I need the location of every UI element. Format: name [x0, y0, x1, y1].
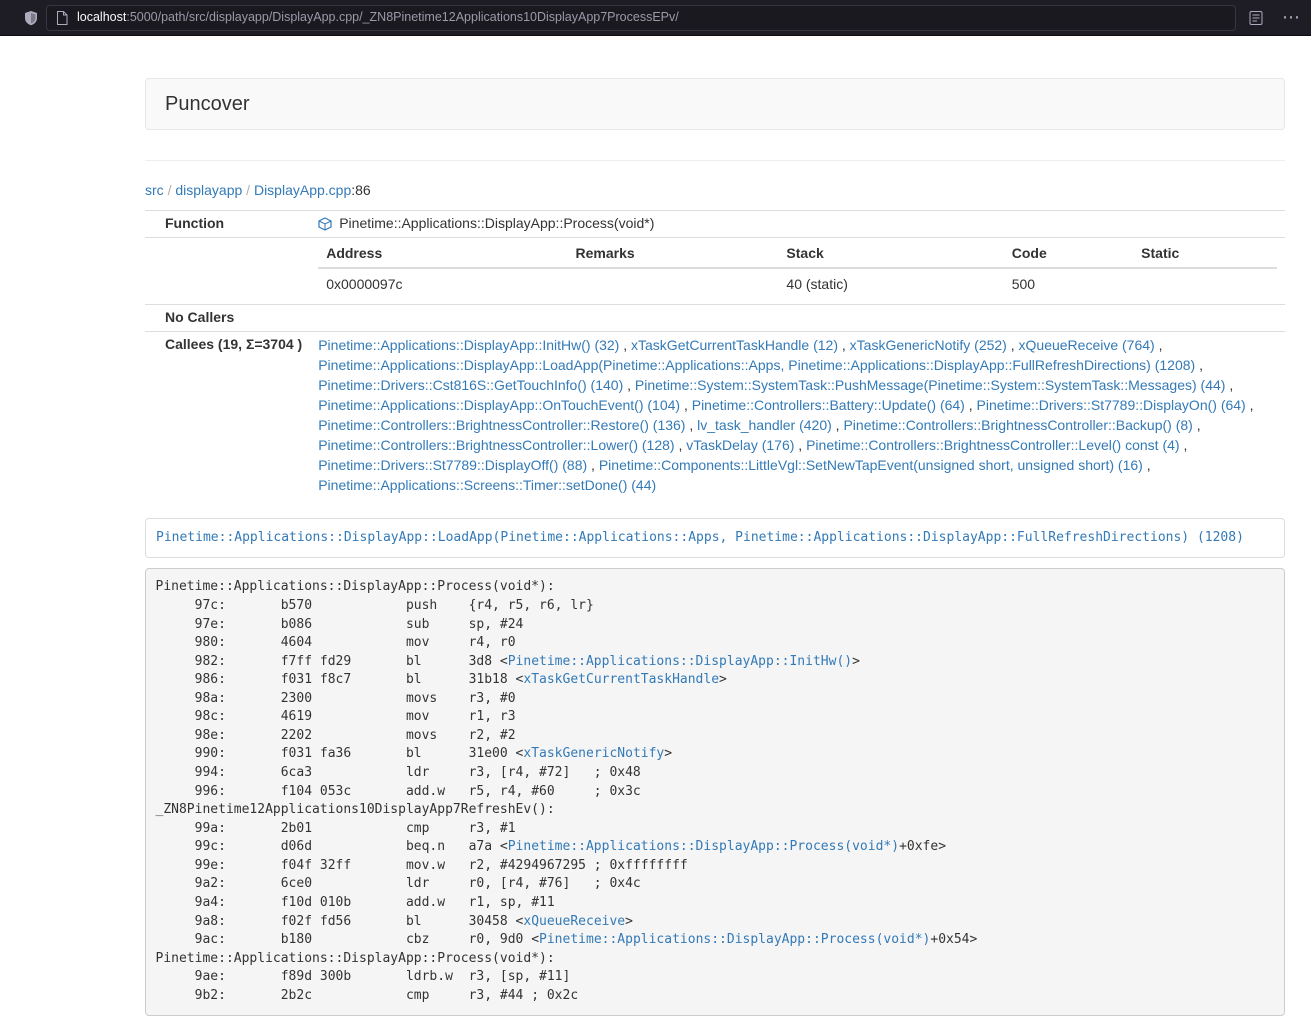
- callee-link[interactable]: Pinetime::Applications::DisplayApp::OnTo…: [318, 397, 680, 413]
- column-header-address: Address: [318, 241, 567, 268]
- callee-link[interactable]: vTaskDelay (176): [686, 437, 794, 453]
- cell-remarks: [568, 268, 779, 301]
- breadcrumb: src / displayapp / DisplayApp.cpp:86: [145, 181, 1285, 201]
- breadcrumb-link-displayapp[interactable]: displayapp: [175, 182, 242, 198]
- callees-label: Callees (19, Σ=3704 ): [145, 331, 310, 498]
- no-callers-label: No Callers: [145, 304, 310, 331]
- url-path: :5000/path/src/displayapp/DisplayApp.cpp…: [126, 10, 678, 24]
- function-label: Function: [145, 210, 310, 237]
- reader-view-icon[interactable]: [1249, 11, 1263, 25]
- callee-link[interactable]: Pinetime::System::SystemTask::PushMessag…: [635, 377, 1226, 393]
- function-row: Function Pinetime::Applications::Display…: [145, 210, 1285, 237]
- callee-link[interactable]: Pinetime::Applications::DisplayApp::Load…: [318, 357, 1195, 373]
- function-name: Pinetime::Applications::DisplayApp::Proc…: [339, 214, 654, 234]
- breadcrumb-link-src[interactable]: src: [145, 182, 164, 198]
- disassembly-symbol-link[interactable]: xQueueReceive: [523, 914, 625, 929]
- symbol-table: Function Pinetime::Applications::Display…: [145, 210, 1285, 498]
- main-content: Puncover src / displayapp / DisplayApp.c…: [145, 78, 1285, 1016]
- cell-static: [1133, 268, 1277, 301]
- column-header-static: Static: [1133, 241, 1277, 268]
- metrics-row: Address Remarks Stack Code Static 0x0000…: [145, 237, 1285, 304]
- disassembly-symbol-link[interactable]: Pinetime::Applications::DisplayApp::Init…: [508, 654, 852, 669]
- callee-link[interactable]: Pinetime::Applications::Screens::Timer::…: [318, 477, 656, 493]
- callee-link[interactable]: xTaskGetCurrentTaskHandle (12): [631, 337, 838, 353]
- disassembly: Pinetime::Applications::DisplayApp::Proc…: [145, 568, 1285, 1016]
- callee-link[interactable]: Pinetime::Controllers::BrightnessControl…: [318, 417, 685, 433]
- cell-code: 500: [1004, 268, 1133, 301]
- shield-icon[interactable]: [23, 10, 39, 26]
- callee-link[interactable]: Pinetime::Drivers::St7789::DisplayOff() …: [318, 457, 587, 473]
- callee-link[interactable]: Pinetime::Controllers::BrightnessControl…: [806, 437, 1179, 453]
- callees-cell: Pinetime::Applications::DisplayApp::Init…: [310, 331, 1285, 498]
- page-title: Puncover: [165, 93, 250, 115]
- breadcrumb-line-number: :86: [351, 182, 370, 198]
- callee-link[interactable]: xTaskGenericNotify (252): [850, 337, 1007, 353]
- app-title-panel: Puncover: [145, 78, 1285, 130]
- browser-toolbar: localhost:5000/path/src/displayapp/Displ…: [0, 0, 1311, 36]
- page-icon[interactable]: [56, 11, 68, 25]
- callees-row: Callees (19, Σ=3704 ) Pinetime::Applicat…: [145, 331, 1285, 498]
- url-host: localhost: [77, 10, 126, 24]
- overflow-menu-icon[interactable]: ⋯: [1282, 2, 1301, 32]
- url-bar[interactable]: localhost:5000/path/src/displayapp/Displ…: [46, 5, 1236, 31]
- callee-link[interactable]: lv_task_handler (420): [697, 417, 832, 433]
- callee-link[interactable]: Pinetime::Controllers::Battery::Update()…: [692, 397, 965, 413]
- function-icon: [318, 217, 332, 231]
- no-callers-row: No Callers: [145, 304, 1285, 331]
- url-text: localhost:5000/path/src/displayapp/Displ…: [77, 9, 679, 27]
- callee-link[interactable]: Pinetime::Drivers::St7789::DisplayOn() (…: [977, 397, 1246, 413]
- disassembly-symbol-link[interactable]: xTaskGenericNotify: [523, 746, 664, 761]
- callee-link[interactable]: Pinetime::Controllers::BrightnessControl…: [318, 437, 674, 453]
- column-header-code: Code: [1004, 241, 1133, 268]
- column-header-remarks: Remarks: [568, 241, 779, 268]
- table-row: 0x0000097c 40 (static) 500: [318, 268, 1277, 301]
- column-header-stack: Stack: [778, 241, 1003, 268]
- disassembly-symbol-link[interactable]: Pinetime::Applications::DisplayApp::Proc…: [539, 932, 930, 947]
- breadcrumb-separator: /: [246, 182, 250, 198]
- disassembly-symbol-link[interactable]: Pinetime::Applications::DisplayApp::Proc…: [508, 839, 899, 854]
- breadcrumb-separator: /: [168, 182, 172, 198]
- cell-address: 0x0000097c: [318, 268, 567, 301]
- callee-link[interactable]: xQueueReceive (764): [1019, 337, 1155, 353]
- divider: [145, 160, 1285, 161]
- cell-stack: 40 (static): [778, 268, 1003, 301]
- disassembly-symbol-link[interactable]: xTaskGetCurrentTaskHandle: [523, 672, 719, 687]
- callee-link[interactable]: Pinetime::Controllers::BrightnessControl…: [843, 417, 1192, 433]
- callee-link[interactable]: Pinetime::Applications::DisplayApp::Init…: [318, 337, 619, 353]
- callee-link[interactable]: Pinetime::Components::LittleVgl::SetNewT…: [599, 457, 1143, 473]
- metrics-table: Address Remarks Stack Code Static 0x0000…: [318, 241, 1277, 301]
- highlighted-line-box: Pinetime::Applications::DisplayApp::Load…: [145, 518, 1285, 558]
- breadcrumb-link-file[interactable]: DisplayApp.cpp: [254, 182, 351, 198]
- highlighted-symbol-link[interactable]: Pinetime::Applications::DisplayApp::Load…: [156, 530, 1244, 545]
- callee-link[interactable]: Pinetime::Drivers::Cst816S::GetTouchInfo…: [318, 377, 623, 393]
